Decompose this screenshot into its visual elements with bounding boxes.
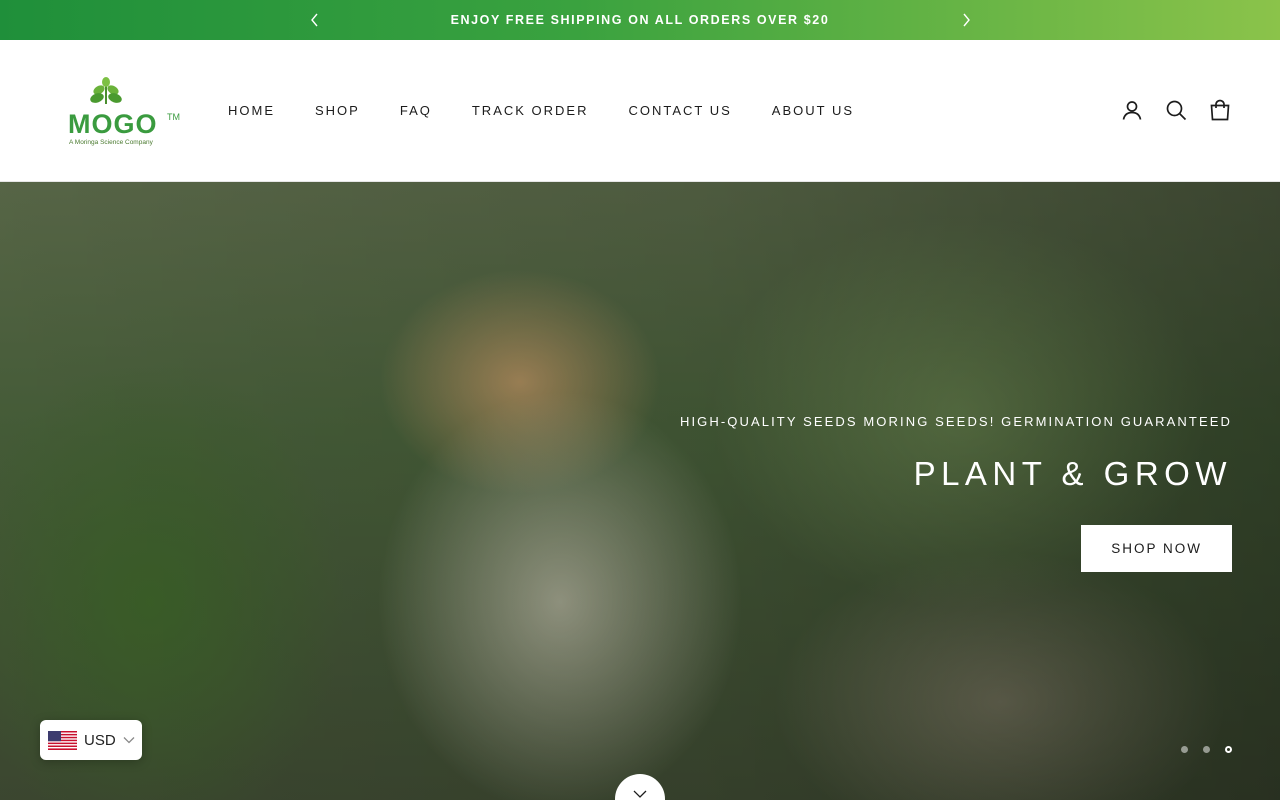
nav-faq[interactable]: FAQ [400, 103, 432, 118]
nav-home[interactable]: HOME [228, 103, 275, 118]
slide-dots [1181, 746, 1232, 753]
nav-about-us[interactable]: ABOUT US [772, 103, 854, 118]
announcement-text[interactable]: ENJOY FREE SHIPPING ON ALL ORDERS OVER $… [451, 13, 830, 27]
account-icon[interactable] [1120, 98, 1144, 122]
site-header: MOGO TM A Moringa Science Company HOME S… [0, 40, 1280, 182]
logo-tagline: A Moringa Science Company [69, 139, 154, 146]
slide-dot-2[interactable] [1203, 746, 1210, 753]
hero-banner: HIGH-QUALITY SEEDS MORING SEEDS! GERMINA… [0, 182, 1280, 800]
nav-contact-us[interactable]: CONTACT US [628, 103, 731, 118]
hero-content: HIGH-QUALITY SEEDS MORING SEEDS! GERMINA… [680, 414, 1232, 572]
chevron-down-icon [123, 737, 135, 744]
chevron-down-icon [633, 790, 647, 798]
currency-selector[interactable]: USD [40, 720, 142, 760]
logo-wordmark: MOGO [68, 109, 158, 139]
currency-code: USD [84, 731, 116, 749]
main-nav: HOME SHOP FAQ TRACK ORDER CONTACT US ABO… [228, 103, 894, 118]
cart-icon[interactable] [1208, 98, 1232, 122]
hero-subtitle: HIGH-QUALITY SEEDS MORING SEEDS! GERMINA… [679, 414, 1232, 429]
logo-trademark: TM [167, 112, 180, 122]
nav-shop[interactable]: SHOP [315, 103, 360, 118]
header-actions [1120, 98, 1232, 122]
chevron-left-icon[interactable] [304, 10, 324, 30]
nav-track-order[interactable]: TRACK ORDER [472, 103, 589, 118]
slide-dot-1[interactable] [1181, 746, 1188, 753]
search-icon[interactable] [1164, 98, 1188, 122]
announcement-bar: ENJOY FREE SHIPPING ON ALL ORDERS OVER $… [0, 0, 1280, 40]
us-flag-icon [48, 730, 77, 750]
mogo-logo[interactable]: MOGO TM A Moringa Science Company [66, 76, 186, 148]
scroll-down-button[interactable] [615, 774, 665, 800]
hero-title: PLANT & GROW [913, 455, 1232, 492]
shop-now-button[interactable]: SHOP NOW [1081, 525, 1232, 572]
chevron-right-icon[interactable] [956, 10, 976, 30]
slide-dot-3[interactable] [1225, 746, 1232, 753]
